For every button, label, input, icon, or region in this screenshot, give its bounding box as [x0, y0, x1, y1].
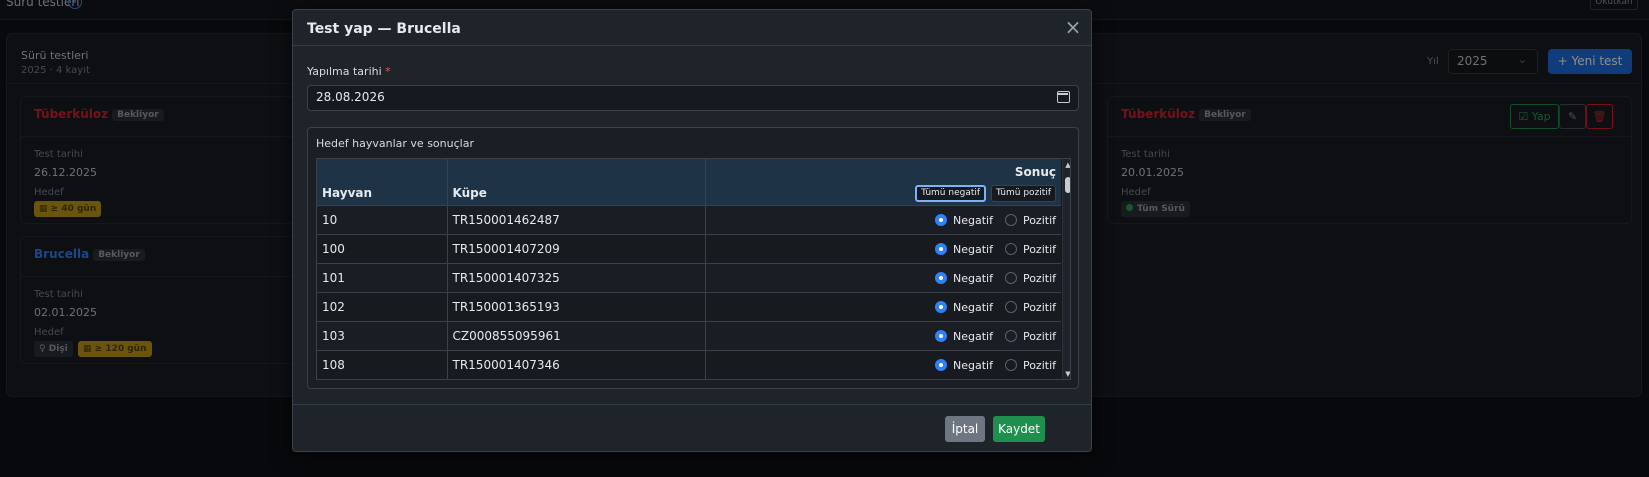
column-header-tag: Küpe — [447, 159, 706, 206]
negative-radio[interactable] — [934, 242, 947, 255]
modal-title: Test yap — Brucella — [307, 21, 461, 37]
required-marker: * — [385, 65, 391, 78]
close-icon[interactable]: × — [1063, 17, 1083, 37]
table-row: 108 TR150001407346 Negatif Pozitif — [317, 350, 1061, 379]
modal-footer-divider — [293, 404, 1091, 405]
date-value: 28.08.2026 — [316, 90, 385, 104]
tag-cell: TR150001407325 — [447, 263, 706, 293]
date-input[interactable]: 28.08.2026 — [307, 85, 1079, 111]
negative-option[interactable]: Negatif — [934, 300, 993, 314]
tag-cell: TR150001407346 — [447, 350, 706, 379]
result-header-label: Sonuç — [1014, 164, 1056, 179]
result-cell: Negatif Pozitif — [705, 263, 1061, 293]
positive-option[interactable]: Pozitif — [1004, 358, 1056, 372]
negative-radio[interactable] — [934, 271, 947, 284]
negative-option[interactable]: Negatif — [934, 358, 993, 372]
scroll-up-icon[interactable]: ▲ — [1064, 160, 1070, 170]
animal-cell: 100 — [317, 234, 448, 264]
column-header-result: Sonuç Tümü negatif Tümü pozitif — [705, 159, 1061, 206]
results-table-container[interactable]: Hayvan Küpe Sonuç Tümü negatif Tümü pozi… — [316, 158, 1071, 380]
positive-radio[interactable] — [1004, 242, 1017, 255]
negative-option[interactable]: Negatif — [934, 213, 993, 227]
negative-radio[interactable] — [934, 213, 947, 226]
result-cell: Negatif Pozitif — [705, 350, 1061, 379]
animal-cell: 10 — [317, 205, 448, 235]
result-cell: Negatif Pozitif — [705, 321, 1061, 351]
result-cell: Negatif Pozitif — [705, 234, 1061, 264]
table-row: 102 TR150001365193 Negatif Pozitif — [317, 292, 1061, 322]
positive-radio[interactable] — [1004, 358, 1017, 371]
date-field-label: Yapılma tarihi * — [307, 65, 391, 78]
positive-radio[interactable] — [1004, 271, 1017, 284]
positive-radio[interactable] — [1004, 213, 1017, 226]
all-positive-button[interactable]: Tümü pozitif — [991, 184, 1056, 202]
animal-cell: 101 — [317, 263, 448, 293]
negative-option[interactable]: Negatif — [934, 329, 993, 343]
table-row: 10 TR150001462487 Negatif Pozitif — [317, 205, 1061, 235]
results-table: Hayvan Küpe Sonuç Tümü negatif Tümü pozi… — [317, 159, 1061, 379]
table-scrollbar[interactable]: ▲ ▼ — [1062, 159, 1070, 379]
tag-cell: TR150001407209 — [447, 234, 706, 264]
negative-option[interactable]: Negatif — [934, 271, 993, 285]
table-row: 103 CZ000855095961 Negatif Pozitif — [317, 321, 1061, 351]
cancel-button[interactable]: İptal — [945, 416, 985, 442]
column-header-animal: Hayvan — [317, 159, 448, 206]
negative-radio[interactable] — [934, 300, 947, 313]
save-button[interactable]: Kaydet — [993, 416, 1045, 442]
positive-option[interactable]: Pozitif — [1004, 242, 1056, 256]
scroll-thumb[interactable] — [1065, 177, 1070, 193]
tag-cell: CZ000855095961 — [447, 321, 706, 351]
scroll-down-icon[interactable]: ▼ — [1064, 369, 1070, 379]
result-cell: Negatif Pozitif — [705, 292, 1061, 322]
test-modal: Test yap — Brucella × Yapılma tarihi * 2… — [292, 9, 1092, 452]
table-row: 101 TR150001407325 Negatif Pozitif — [317, 263, 1061, 293]
positive-radio[interactable] — [1004, 300, 1017, 313]
animal-cell: 108 — [317, 350, 448, 379]
animal-cell: 103 — [317, 321, 448, 351]
positive-radio[interactable] — [1004, 329, 1017, 342]
modal-header: Test yap — Brucella × — [293, 10, 1091, 46]
positive-option[interactable]: Pozitif — [1004, 300, 1056, 314]
table-row: 100 TR150001407209 Negatif Pozitif — [317, 234, 1061, 264]
positive-option[interactable]: Pozitif — [1004, 271, 1056, 285]
negative-radio[interactable] — [934, 358, 947, 371]
tag-cell: TR150001462487 — [447, 205, 706, 235]
result-cell: Negatif Pozitif — [705, 205, 1061, 235]
all-negative-button[interactable]: Tümü negatif — [915, 184, 987, 202]
calendar-icon[interactable] — [1057, 91, 1070, 103]
negative-option[interactable]: Negatif — [934, 242, 993, 256]
animal-cell: 102 — [317, 292, 448, 322]
targets-group: Hedef hayvanlar ve sonuçlar Hayvan Küpe … — [307, 127, 1079, 389]
negative-radio[interactable] — [934, 329, 947, 342]
positive-option[interactable]: Pozitif — [1004, 213, 1056, 227]
tag-cell: TR150001365193 — [447, 292, 706, 322]
positive-option[interactable]: Pozitif — [1004, 329, 1056, 343]
group-title: Hedef hayvanlar ve sonuçlar — [316, 137, 474, 150]
